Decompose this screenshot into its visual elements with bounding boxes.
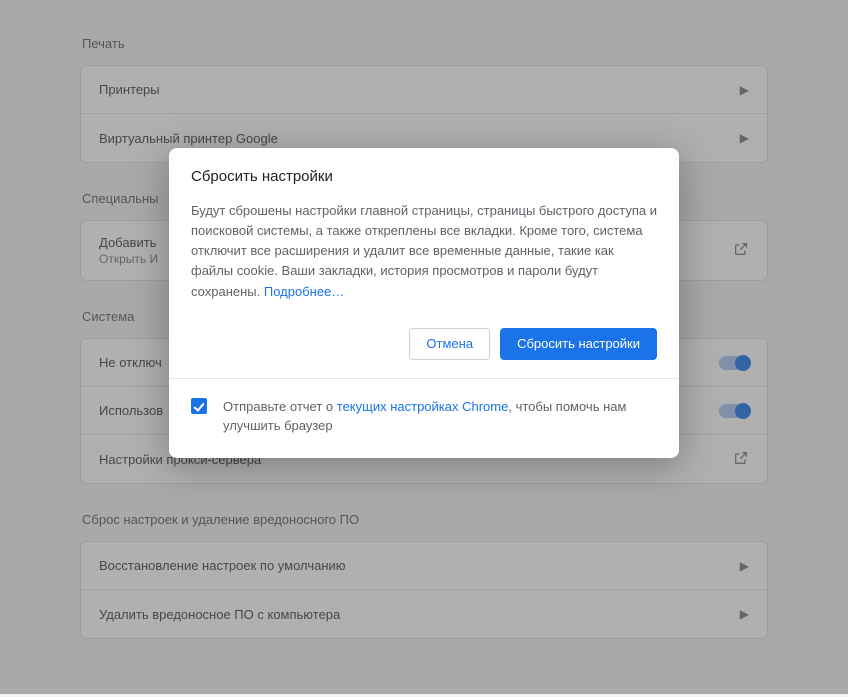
report-settings-link[interactable]: текущих настройках Chrome (337, 399, 509, 414)
cancel-button[interactable]: Отмена (409, 328, 490, 360)
report-text: Отправьте отчет о текущих настройках Chr… (223, 397, 657, 436)
dialog-text-main: Будут сброшены настройки главной страниц… (191, 203, 657, 299)
reset-confirm-button[interactable]: Сбросить настройки (500, 328, 657, 360)
dialog-actions: Отмена Сбросить настройки (191, 328, 657, 360)
dialog-title: Сбросить настройки (191, 168, 657, 185)
send-report-checkbox[interactable] (191, 398, 207, 414)
report-prefix: Отправьте отчет о (223, 399, 337, 414)
dialog-description: Будут сброшены настройки главной страниц… (191, 201, 657, 302)
dialog-footer: Отправьте отчет о текущих настройках Chr… (169, 378, 679, 458)
reset-settings-dialog: Сбросить настройки Будут сброшены настро… (169, 148, 679, 458)
learn-more-link[interactable]: Подробнее… (264, 284, 344, 299)
modal-overlay[interactable]: Сбросить настройки Будут сброшены настро… (0, 0, 848, 694)
dialog-body: Сбросить настройки Будут сброшены настро… (169, 148, 679, 378)
